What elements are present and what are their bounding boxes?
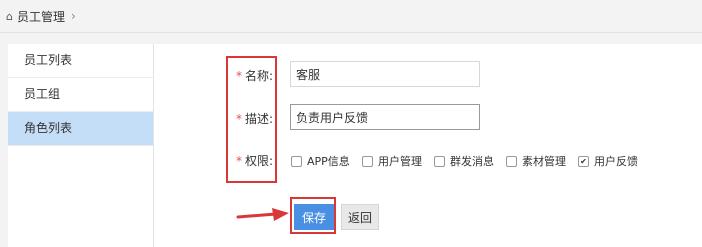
chevron-right-icon: › xyxy=(71,9,76,23)
required-mark: * xyxy=(236,112,242,126)
checkbox-checked-icon[interactable]: ✔ xyxy=(578,155,589,167)
annotation-arrow-icon xyxy=(236,208,289,221)
back-button[interactable]: 返回 xyxy=(341,204,379,230)
sidebar-item-employee-list[interactable]: 员工列表 xyxy=(8,44,153,78)
name-input[interactable] xyxy=(290,61,480,87)
permission-label: APP信息 xyxy=(307,155,350,168)
breadcrumb-current[interactable]: 员工管理 xyxy=(17,8,65,25)
description-input[interactable] xyxy=(290,104,480,130)
checkbox-unchecked-icon[interactable] xyxy=(291,155,302,167)
permission-mass-message[interactable]: 群发消息 xyxy=(434,153,494,169)
breadcrumb: ⌂ 员工管理 › xyxy=(0,0,702,33)
permission-label: 群发消息 xyxy=(450,155,494,168)
sidebar-item-role-list[interactable]: 角色列表 xyxy=(8,112,153,146)
home-icon[interactable]: ⌂ xyxy=(6,10,13,23)
save-button[interactable]: 保存 xyxy=(294,204,334,230)
sidebar-item-employee-group[interactable]: 员工组 xyxy=(8,78,153,112)
permission-app-info[interactable]: APP信息 xyxy=(291,153,350,169)
sidebar: 员工列表 员工组 角色列表 xyxy=(8,44,154,247)
checkbox-unchecked-icon[interactable] xyxy=(506,155,517,167)
permission-user-management[interactable]: 用户管理 xyxy=(362,153,422,169)
name-label: * 名称: xyxy=(236,67,273,84)
required-mark: * xyxy=(236,154,242,168)
checkbox-unchecked-icon[interactable] xyxy=(362,155,373,167)
page-left-gutter xyxy=(0,33,8,247)
permissions-label: * 权限: xyxy=(236,152,273,169)
name-label-text: 名称: xyxy=(245,69,274,83)
description-label-text: 描述: xyxy=(245,112,274,126)
permission-user-feedback[interactable]: ✔ 用户反馈 xyxy=(578,153,638,169)
permission-label: 素材管理 xyxy=(522,155,566,168)
permission-label: 用户反馈 xyxy=(594,155,638,168)
permissions-label-text: 权限: xyxy=(245,154,274,168)
required-mark: * xyxy=(236,69,242,83)
checkbox-unchecked-icon[interactable] xyxy=(434,155,445,167)
permission-label: 用户管理 xyxy=(378,155,422,168)
description-label: * 描述: xyxy=(236,110,273,127)
permission-material-management[interactable]: 素材管理 xyxy=(506,153,566,169)
